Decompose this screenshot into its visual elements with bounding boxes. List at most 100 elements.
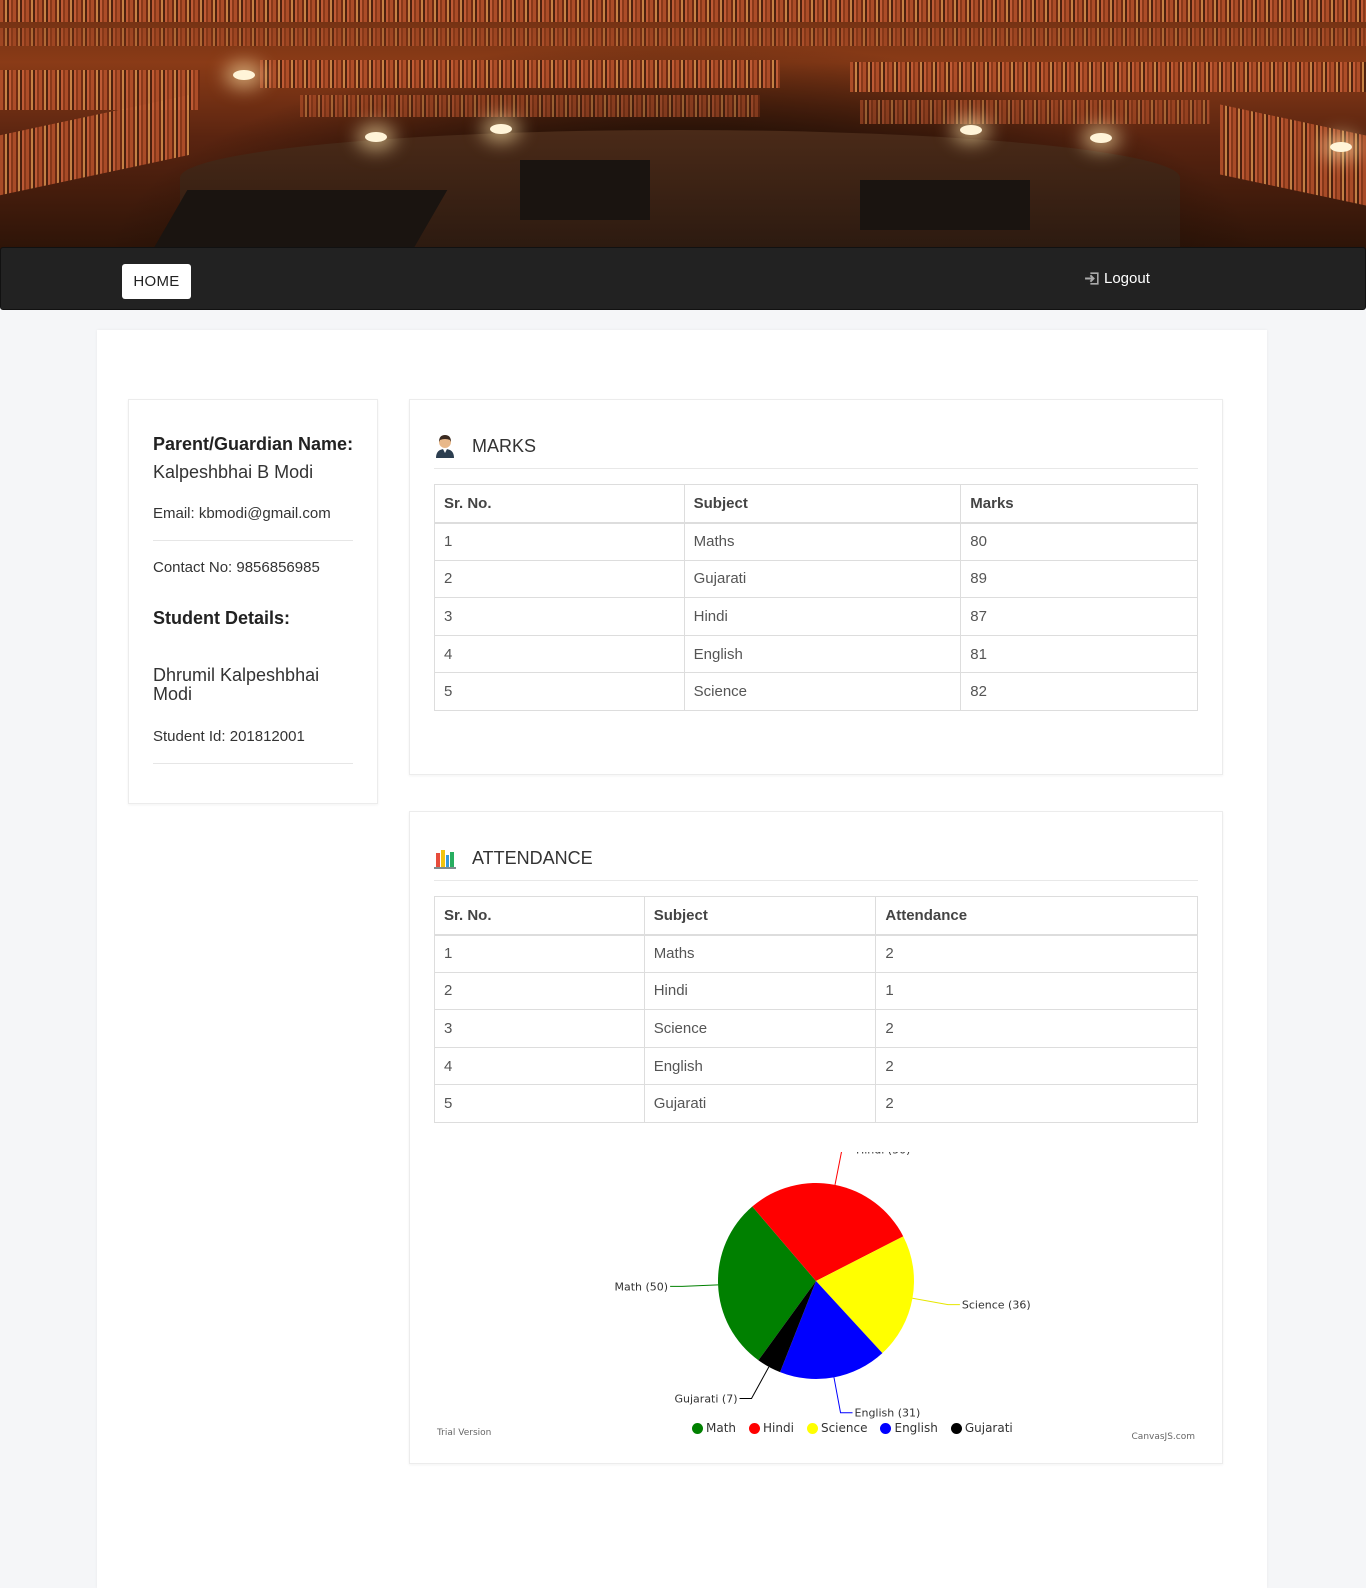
table-cell: 80 (960, 522, 1198, 561)
pie-leader-line (912, 1297, 960, 1306)
column-header: Subject (683, 484, 962, 524)
table-cell: 5 (434, 672, 685, 711)
pie-label-hindi: Hindi (50) (856, 1152, 910, 1157)
table-row: 5 Gujarati 2 (434, 1084, 1198, 1123)
table-row: 2 Hindi 1 (434, 971, 1198, 1011)
table-cell: English (643, 1046, 877, 1086)
column-header: Subject (643, 896, 877, 936)
table-cell: Science (643, 1009, 877, 1048)
table-cell: 1 (875, 971, 1198, 1011)
parent-name: Kalpeshbhai B Modi (153, 462, 314, 482)
table-row: 3 Science 2 (434, 1009, 1198, 1048)
legend-marker (806, 1422, 818, 1434)
marks-table: Sr. No. Subject Marks 1 Maths 80 2 Gujarati 89 3… (434, 484, 1198, 711)
table-cell: 82 (960, 672, 1198, 711)
legend-label: Math (706, 1421, 737, 1435)
marks-heading: MARKS (434, 433, 536, 459)
legend-marker (692, 1422, 703, 1434)
table-row: 1 Maths 80 (434, 522, 1198, 561)
parent-contact: Contact No: 9856856985 (153, 559, 320, 576)
table-cell: 2 (875, 1084, 1198, 1123)
table-cell: 3 (434, 1009, 645, 1048)
divider (434, 468, 1198, 469)
table-cell: English (683, 634, 962, 674)
legend-marker (950, 1422, 962, 1434)
legend-marker (749, 1422, 761, 1434)
table-cell: 87 (960, 597, 1198, 636)
student-avatar-icon (436, 435, 454, 458)
table-cell: 2 (875, 1046, 1198, 1086)
table-cell: 89 (960, 559, 1198, 599)
marks-card: MARKS Sr. No. Subject Marks 1 Maths 80 2 Gujar… (409, 399, 1223, 775)
column-header: Attendance (875, 896, 1198, 936)
table-cell: Gujarati (643, 1084, 877, 1123)
table-cell: Science (683, 672, 962, 711)
table-cell: 3 (434, 597, 685, 636)
legend-item-science[interactable]: Science (806, 1421, 868, 1435)
marks-title: MARKS (472, 435, 537, 456)
legend-item-math[interactable]: Math (692, 1421, 736, 1435)
table-cell: 1 (434, 934, 645, 973)
divider (434, 880, 1198, 881)
table-cell: 4 (434, 1046, 645, 1086)
legend-item-english[interactable]: English (880, 1421, 938, 1435)
table-cell: 81 (960, 634, 1198, 674)
column-header: Marks (960, 484, 1198, 524)
pie-leader-line (834, 1149, 854, 1185)
legend-label: English (894, 1421, 938, 1435)
table-row: 4 English 81 (434, 634, 1198, 674)
pie-label-science: Science (36) (962, 1299, 1031, 1312)
table-cell: 2 (434, 559, 685, 599)
legend-item-gujarati[interactable]: Gujarati (950, 1421, 1013, 1435)
legend-label: Science (820, 1421, 868, 1435)
table-header-row: Sr. No. Subject Attendance (434, 896, 1198, 936)
attendance-title: ATTENDANCE (472, 847, 593, 868)
logout-label: Logout (1104, 270, 1150, 287)
pie-label-gujarati: Gujarati (7) (675, 1392, 738, 1405)
books-icon (434, 850, 456, 869)
table-cell: 1 (434, 522, 685, 561)
table-cell: 2 (875, 934, 1198, 973)
table-cell: Gujarati (683, 559, 962, 599)
table-cell: 2 (875, 1009, 1198, 1048)
canvasjs-credit-link[interactable]: CanvasJS.com (1132, 1432, 1195, 1442)
table-cell: Maths (683, 522, 962, 561)
pie-leader-line (739, 1366, 770, 1399)
top-navbar: HOME Logout (0, 247, 1366, 310)
student-name-line2: Modi (153, 684, 193, 704)
attendance-heading: ATTENDANCE (434, 845, 593, 871)
divider (153, 763, 353, 764)
pie-label-english: English (31) (855, 1407, 921, 1420)
table-cell: 2 (434, 971, 645, 1011)
pie-chart-svg: Math (50) Hindi (50) Science (36) English (… (615, 1144, 1031, 1420)
pie-label-math: Math (50) (615, 1280, 669, 1293)
pie-leader-line (833, 1377, 853, 1414)
student-name-line1: Dhrumil Kalpeshbhai (153, 665, 320, 685)
column-header: Sr. No. (434, 484, 685, 524)
chart-legend: Math Hindi Science English Gujarati (692, 1421, 1013, 1435)
divider (153, 540, 353, 541)
column-header: Sr. No. (434, 896, 645, 936)
student-heading: Student Details: (153, 608, 291, 628)
table-header-row: Sr. No. Subject Marks (434, 484, 1198, 524)
legend-item-hindi[interactable]: Hindi (749, 1421, 794, 1435)
attendance-table: Sr. No. Subject Attendance 1 Maths 2 2 Hindi 1 3… (434, 896, 1198, 1123)
table-cell: 4 (434, 634, 685, 674)
parent-email: Email: kbmodi@gmail.com (153, 505, 331, 522)
legend-label: Gujarati (964, 1421, 1013, 1435)
sign-in-icon (1085, 272, 1099, 285)
table-cell: Maths (643, 934, 877, 973)
trial-version-label: Trial Version (437, 1428, 492, 1438)
table-row: 4 English 2 (434, 1046, 1198, 1086)
table-row: 3 Hindi 87 (434, 597, 1198, 636)
home-button[interactable]: HOME (122, 264, 191, 299)
logout-link[interactable]: Logout (1084, 270, 1150, 287)
table-row: 1 Maths 2 (434, 934, 1198, 973)
student-id: Student Id: 201812001 (153, 728, 305, 745)
profile-card: Parent/Guardian Name: Kalpeshbhai B Modi… (128, 399, 378, 804)
table-cell: Hindi (643, 971, 877, 1011)
table-cell: Hindi (683, 597, 962, 636)
parent-heading: Parent/Guardian Name: (153, 434, 354, 454)
attendance-pie-chart: Math (50) Hindi (50) Science (36) English (… (434, 1144, 1198, 1452)
legend-marker (880, 1422, 892, 1434)
